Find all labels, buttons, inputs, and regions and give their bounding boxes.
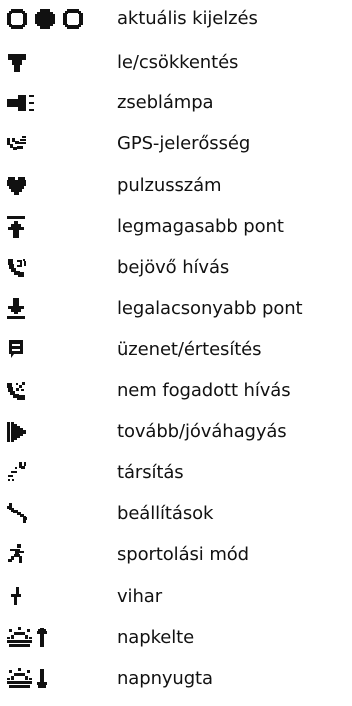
legend-row-next-confirm: tovább/jóváhagyás <box>0 413 352 451</box>
sunrise-icon <box>6 619 106 657</box>
legend-label: bejövő hívás <box>117 257 230 278</box>
circle-outline-icon <box>7 9 27 29</box>
legend-label: legmagasabb pont <box>117 216 284 237</box>
legend-row-sunset: napnyugta <box>0 660 352 698</box>
circle-outline-icon-2 <box>63 9 83 29</box>
legend-label: nem fogadott hívás <box>117 380 291 401</box>
legend-label: legalacsonyabb pont <box>117 298 303 319</box>
legend-label: tovább/jóváhagyás <box>117 421 287 442</box>
legend-row-down-decrease: le/csökkentés <box>0 44 352 82</box>
legend-row-pairing: társítás <box>0 454 352 492</box>
legend-label: aktuális kijelzés <box>117 8 258 29</box>
legend-row-settings: beállítások <box>0 495 352 533</box>
icon-legend: aktuális kijelzés le/csökkentés zseblámp… <box>0 0 352 706</box>
sport-mode-icon <box>6 536 106 574</box>
message-icon <box>6 331 106 369</box>
incoming-call-icon <box>6 249 106 287</box>
settings-icon <box>6 495 106 533</box>
heart-icon <box>6 167 106 205</box>
lowest-point-icon <box>6 290 106 328</box>
current-display-icons <box>6 0 106 38</box>
legend-label: társítás <box>117 462 184 483</box>
highest-point-icon <box>6 208 106 246</box>
next-confirm-icon <box>6 413 106 451</box>
filled-cross-icon <box>35 9 55 29</box>
gps-signal-icon <box>6 125 106 163</box>
legend-label: le/csökkentés <box>117 52 239 73</box>
legend-label: pulzusszám <box>117 175 222 196</box>
missed-call-icon <box>6 372 106 410</box>
sunset-icon <box>6 660 106 698</box>
legend-row-flashlight: zseblámpa <box>0 84 352 122</box>
storm-icon <box>6 578 106 616</box>
legend-label: napnyugta <box>117 668 213 689</box>
legend-row-lowest-point: legalacsonyabb pont <box>0 290 352 328</box>
legend-row-current-display: aktuális kijelzés <box>0 0 352 38</box>
legend-row-sport-mode: sportolási mód <box>0 536 352 574</box>
pairing-icon <box>6 454 106 492</box>
flashlight-icon <box>6 84 106 122</box>
legend-row-message: üzenet/értesítés <box>0 331 352 369</box>
legend-row-sunrise: napkelte <box>0 619 352 657</box>
down-decrease-icon <box>6 44 106 82</box>
legend-label: napkelte <box>117 627 195 648</box>
legend-row-heart: pulzusszám <box>0 167 352 205</box>
legend-row-incoming-call: bejövő hívás <box>0 249 352 287</box>
legend-label: zseblámpa <box>117 92 214 113</box>
legend-row-missed-call: nem fogadott hívás <box>0 372 352 410</box>
legend-label: vihar <box>117 586 162 607</box>
legend-label: beállítások <box>117 503 214 524</box>
legend-label: üzenet/értesítés <box>117 339 262 360</box>
legend-label: sportolási mód <box>117 544 249 565</box>
legend-row-storm: vihar <box>0 578 352 616</box>
legend-label: GPS-jelerősség <box>117 133 251 154</box>
legend-row-gps-signal: GPS-jelerősség <box>0 125 352 163</box>
legend-row-highest-point: legmagasabb pont <box>0 208 352 246</box>
